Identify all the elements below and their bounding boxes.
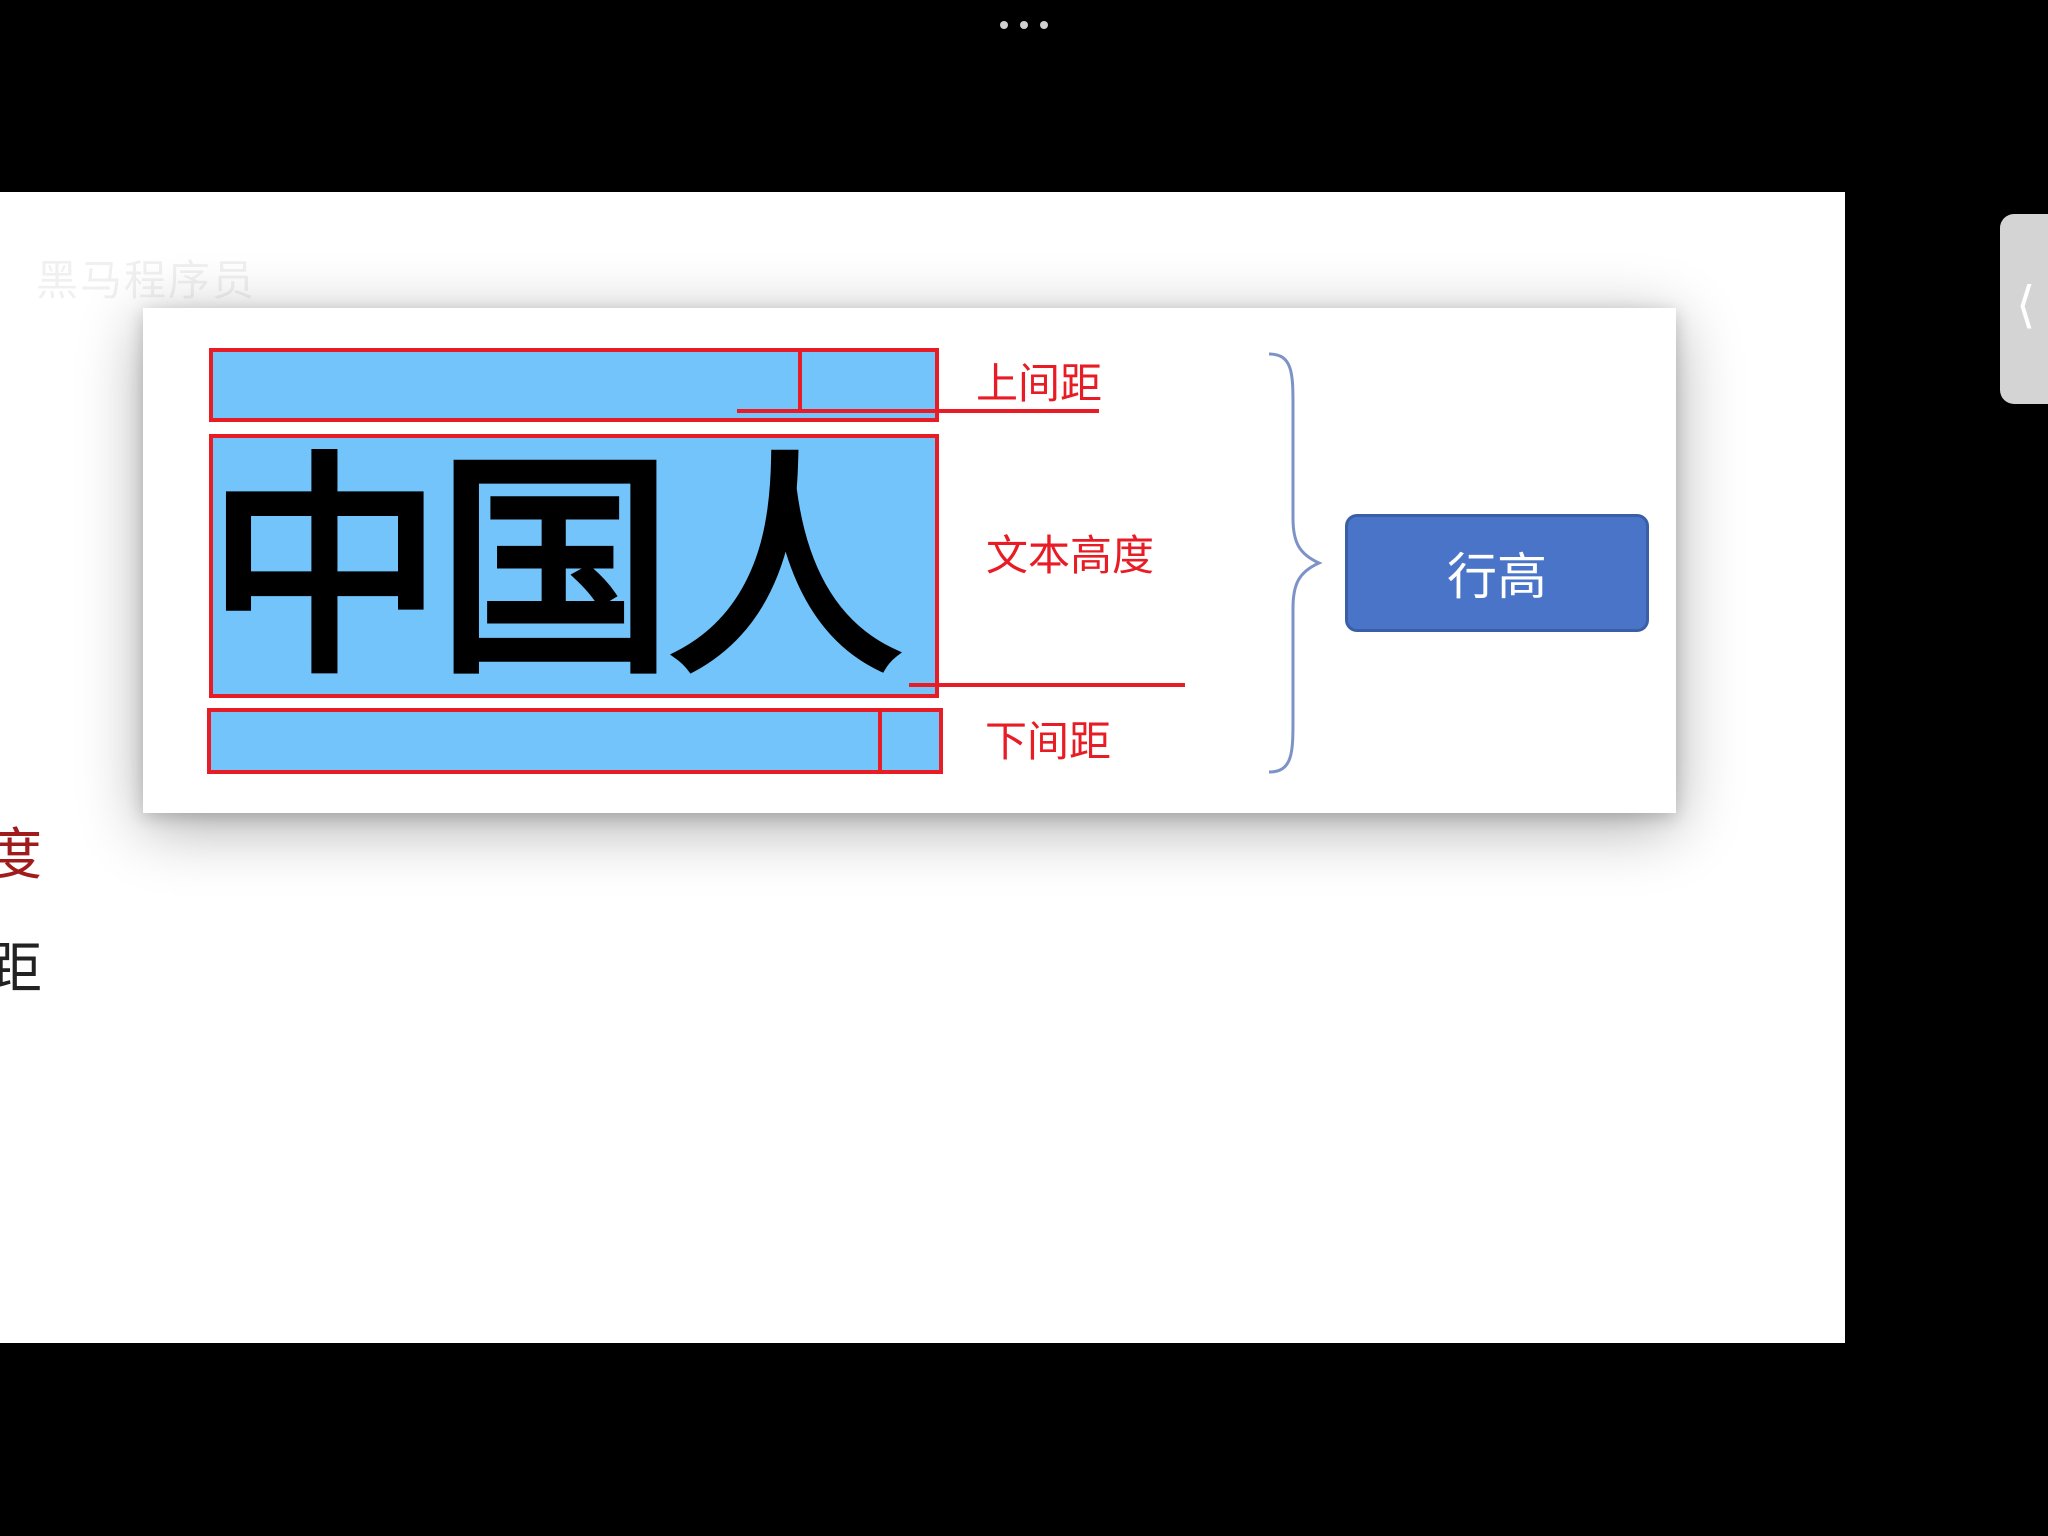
slide: 黑马程序员 中国人 上间距 文本高度 下间距 行高 度 距 bbox=[0, 192, 1845, 1343]
side-panel-tab[interactable]: ⟨ bbox=[2000, 214, 2048, 404]
more-dots-icon[interactable] bbox=[1000, 18, 1048, 32]
edge-text-2: 距 bbox=[0, 937, 42, 1002]
dot bbox=[1040, 21, 1048, 29]
sample-text: 中国人 bbox=[207, 432, 903, 707]
bottom-spacing-label: 下间距 bbox=[985, 717, 1112, 766]
line-height-button[interactable]: 行高 bbox=[1345, 514, 1649, 632]
watermark: 黑马程序员 bbox=[36, 256, 257, 305]
line-height-figure: 中国人 上间距 文本高度 下间距 行高 bbox=[143, 308, 1676, 813]
edge-text-1: 度 bbox=[0, 823, 42, 888]
dot bbox=[1000, 21, 1008, 29]
bottom-spacing-line bbox=[909, 683, 1185, 687]
bottom-spacing-tick bbox=[878, 708, 882, 774]
dot bbox=[1020, 21, 1028, 29]
top-spacing-tick bbox=[798, 352, 802, 412]
bottom-spacing-box bbox=[207, 708, 943, 774]
curly-brace-icon bbox=[1268, 352, 1323, 774]
text-height-label: 文本高度 bbox=[986, 531, 1155, 580]
chevron-left-icon: ⟨ bbox=[2016, 276, 2036, 334]
top-spacing-label: 上间距 bbox=[976, 359, 1103, 408]
